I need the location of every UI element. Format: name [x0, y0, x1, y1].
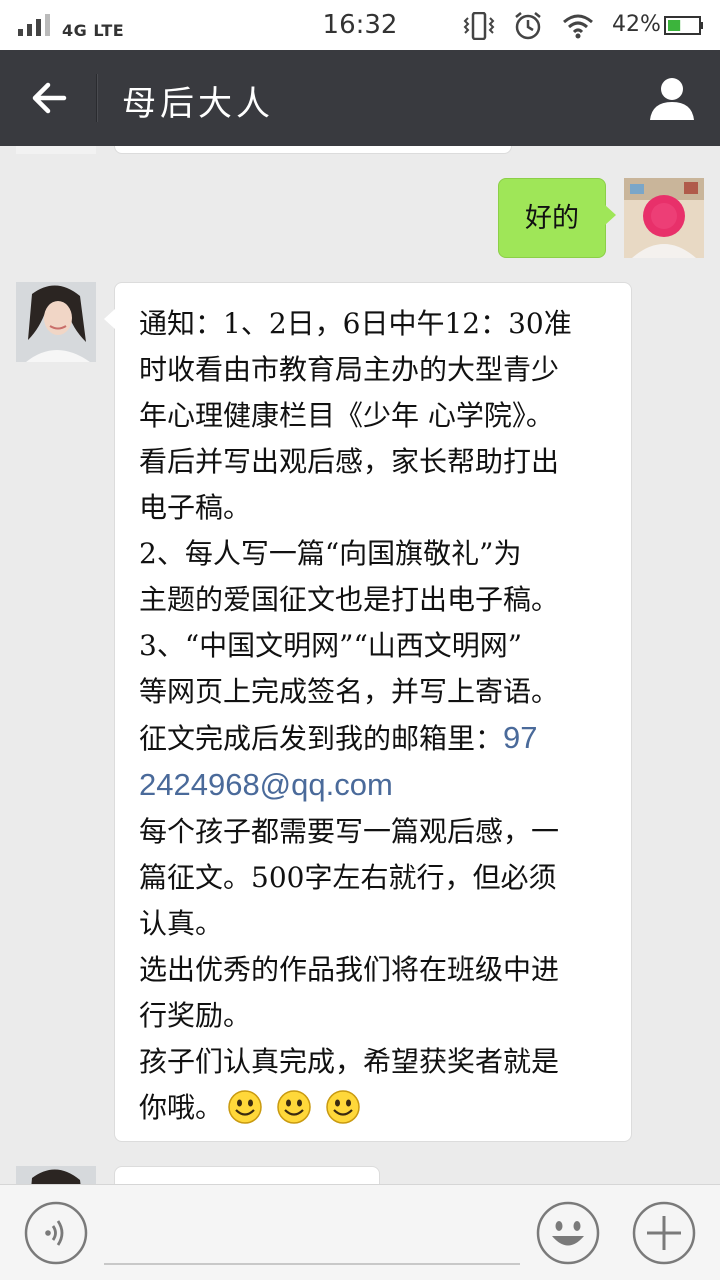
contact-avatar[interactable]	[16, 1166, 96, 1184]
back-button[interactable]	[20, 68, 80, 128]
email-prefix: 征文完成后发到我的邮箱里：	[139, 722, 504, 755]
plus-icon	[632, 1201, 696, 1265]
message-line: 3、“中国文明网”“山西文明网”	[139, 629, 523, 662]
message-line: 2424968@qq.com	[139, 762, 617, 809]
incoming-message-bubble[interactable]: 通知：1、2日，6日中午12：30准 时收看由市教育局主办的大型青少 年心理健康…	[104, 282, 632, 1142]
message-line: 电子稿。	[139, 491, 252, 524]
message-line: 篇征文。500字左右就行，但必须	[139, 861, 557, 894]
message-line: 年心理健康栏目《少年 心学院》。	[139, 399, 554, 432]
alarm-icon	[515, 12, 541, 40]
chat-title: 母后大人	[122, 84, 274, 124]
message-line: 行奖励。	[139, 999, 252, 1032]
voice-button[interactable]	[24, 1201, 88, 1265]
my-avatar[interactable]	[624, 178, 704, 258]
message-line: 看后并写出观后感，家长帮助打出	[139, 445, 560, 478]
smile-emoji-icon	[277, 1089, 311, 1124]
more-button[interactable]	[632, 1201, 696, 1265]
message-last-text: 你哦。	[139, 1091, 224, 1124]
message-line: 选出优秀的作品我们将在班级中进	[139, 953, 560, 986]
outgoing-message-bubble[interactable]: 好的	[498, 178, 616, 258]
contact-avatar-image	[16, 146, 96, 154]
person-icon	[650, 78, 694, 120]
battery-icon	[664, 16, 703, 35]
emoji-button[interactable]	[536, 1201, 600, 1265]
back-arrow-icon	[32, 82, 67, 114]
wifi-icon	[563, 14, 593, 39]
email-link-part2[interactable]: 2424968@qq.com	[139, 767, 393, 802]
message-line: 你哦。	[139, 1085, 617, 1133]
email-link-part1[interactable]: 97	[503, 720, 537, 755]
battery-percent: 42%	[612, 12, 661, 37]
contact-avatar-image	[16, 1166, 96, 1184]
emoji-face-icon	[536, 1201, 600, 1265]
contact-avatar[interactable]	[16, 282, 96, 362]
message-line: 每个孩子都需要写一篇观后感，一	[139, 815, 560, 848]
input-bar	[0, 1184, 720, 1280]
header-divider	[96, 74, 98, 122]
message-line: 通知：1、2日，6日中午12：30准	[139, 307, 572, 340]
my-avatar-image	[624, 178, 704, 258]
contact-info-button[interactable]	[644, 70, 700, 126]
previous-message-bubble[interactable]	[114, 146, 512, 154]
message-line: 主题的爱国征文也是打出电子稿。	[139, 583, 560, 616]
contact-avatar-image	[16, 282, 96, 362]
contact-avatar[interactable]	[16, 146, 96, 154]
message-line: 认真。	[139, 907, 224, 940]
message-line: 等网页上完成签名，并写上寄语。	[139, 675, 560, 708]
emoji-group	[223, 1087, 361, 1133]
message-line: 时收看由市教育局主办的大型青少	[139, 353, 560, 386]
message-input[interactable]	[104, 1205, 520, 1265]
status-bar: 4G LTE 16:32 42%	[0, 0, 720, 50]
chat-header: 母后大人	[0, 50, 720, 146]
voice-icon	[24, 1201, 88, 1265]
next-message-bubble[interactable]	[114, 1166, 380, 1184]
message-line: 2、每人写一篇“向国旗敬礼”为	[139, 537, 522, 570]
smile-emoji-icon	[228, 1089, 262, 1124]
message-line: 孩子们认真完成，希望获奖者就是	[139, 1045, 560, 1078]
smile-emoji-icon	[326, 1089, 360, 1124]
message-line: 征文完成后发到我的邮箱里：97	[139, 715, 617, 762]
vibrate-icon	[463, 12, 495, 40]
message-list[interactable]: 好的 通知：1、2日，6日中午12：30准 时收看由市教育局主办的大型青少 年心…	[0, 146, 720, 1184]
